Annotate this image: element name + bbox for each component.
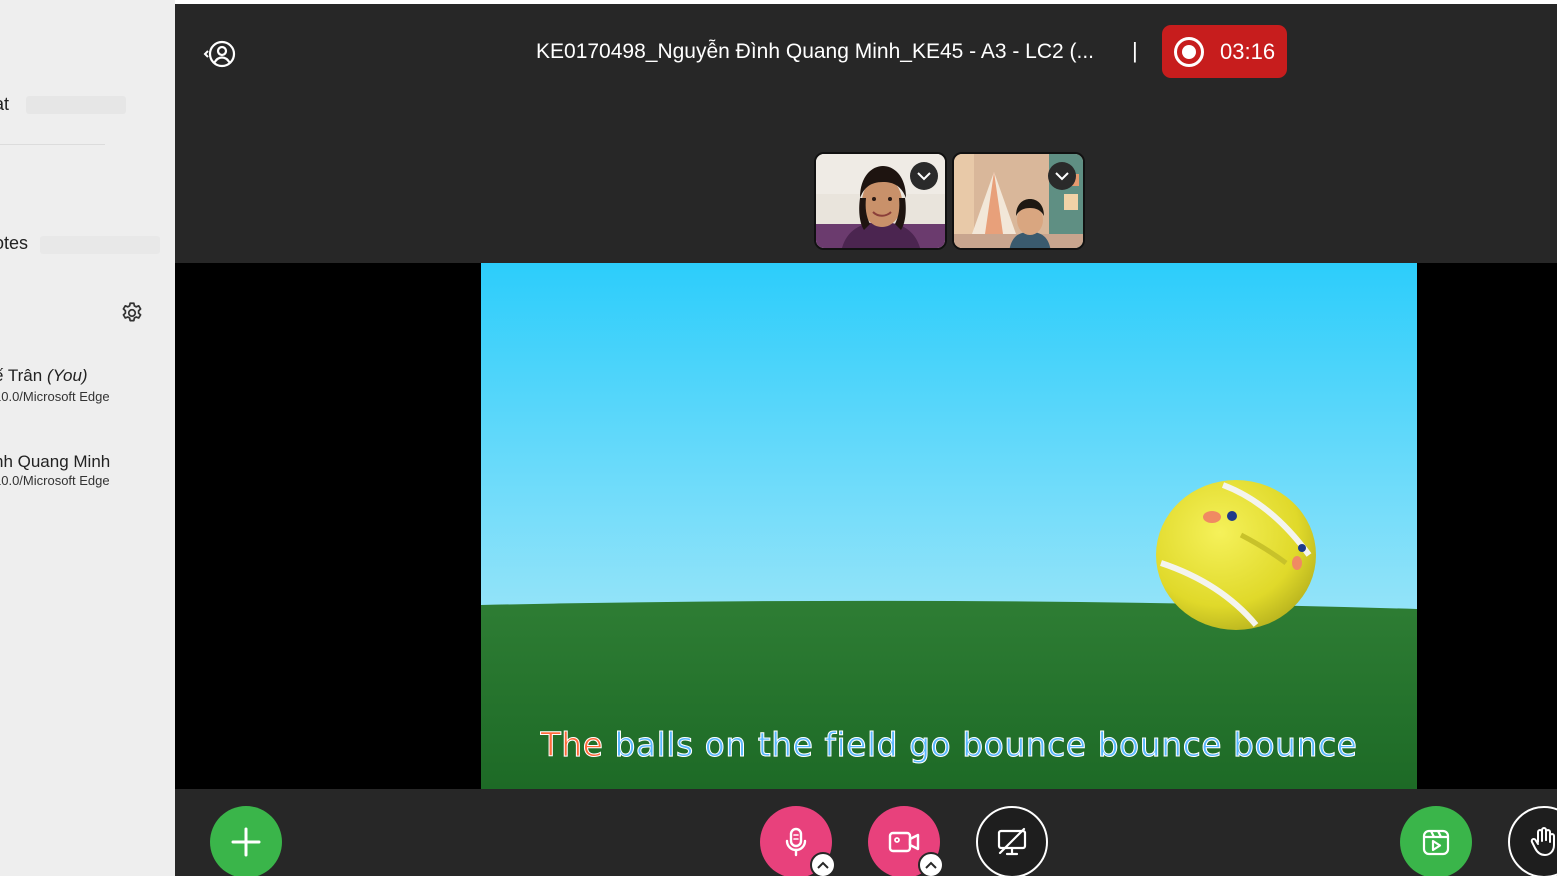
notes-placeholder — [40, 236, 160, 254]
user-agent: 10.0/Microsoft Edge — [0, 389, 110, 404]
record-icon — [1174, 36, 1204, 67]
you-tag: (You) — [46, 366, 88, 385]
chevron-up-icon — [925, 861, 937, 869]
video-frame — [481, 263, 1417, 789]
bottom-toolbar — [175, 789, 1557, 876]
tennis-ball — [1156, 480, 1316, 630]
raise-hand-button[interactable] — [1508, 806, 1557, 876]
main-stage: The balls on the field go bounce bounce … — [175, 263, 1557, 789]
hand-icon — [1530, 827, 1555, 856]
caption-text: balls on the field go bounce bounce boun… — [603, 725, 1358, 765]
title-separator: | — [1132, 38, 1138, 63]
sidebar-divider — [0, 144, 105, 145]
sidebar-item-chat[interactable]: at — [0, 94, 9, 115]
user-name-text: nh Quang Minh — [0, 452, 111, 471]
plus-icon — [231, 827, 261, 857]
play-media-icon — [1422, 829, 1450, 856]
user-name: nh Quang Minh — [0, 452, 110, 472]
camera-options-button[interactable] — [918, 852, 944, 876]
gear-icon[interactable] — [119, 300, 145, 326]
chevron-down-icon[interactable] — [1048, 162, 1076, 190]
microphone-options-button[interactable] — [810, 852, 836, 876]
sidebar-item-notes[interactable]: otes — [0, 233, 28, 254]
user-name-text: ế Trân — [0, 366, 43, 385]
sidebar: at otes ế Trân (You) 10.0/Microsoft Edge… — [0, 0, 175, 876]
chevron-up-icon — [817, 861, 829, 869]
screen-share-off-icon — [997, 827, 1027, 856]
user-name: ế Trân (You) — [0, 366, 110, 386]
caption-highlight: The — [540, 725, 604, 765]
meeting-app: at otes ế Trân (You) 10.0/Microsoft Edge… — [0, 0, 1557, 876]
recording-time: 03:16 — [1220, 38, 1276, 64]
microphone-icon — [785, 827, 807, 857]
participant-thumbnail-teacher[interactable] — [814, 152, 947, 250]
meeting-title: KE0170498_Nguyễn Đình Quang Minh_KE45 - … — [536, 40, 1095, 63]
recording-badge[interactable]: 03:16 — [1162, 25, 1287, 78]
meeting-header: KE0170498_Nguyễn Đình Quang Minh_KE45 - … — [175, 0, 1557, 263]
user-list-item[interactable]: nh Quang Minh 10.0/Microsoft Edge — [0, 452, 110, 488]
media-share-button[interactable] — [1400, 806, 1472, 876]
add-button[interactable] — [210, 806, 282, 876]
user-list-item[interactable]: ế Trân (You) 10.0/Microsoft Edge — [0, 366, 110, 404]
video-camera-icon — [888, 831, 920, 853]
chat-unread-placeholder — [26, 96, 126, 114]
video-caption: The balls on the field go bounce bounce … — [481, 725, 1417, 765]
shared-video[interactable]: The balls on the field go bounce bounce … — [481, 263, 1417, 789]
user-agent: 10.0/Microsoft Edge — [0, 473, 110, 488]
chevron-down-icon[interactable] — [910, 162, 938, 190]
screen-share-button[interactable] — [976, 806, 1048, 876]
profile-toggle-icon[interactable] — [203, 36, 239, 72]
participant-thumbnail-student[interactable] — [952, 152, 1085, 250]
